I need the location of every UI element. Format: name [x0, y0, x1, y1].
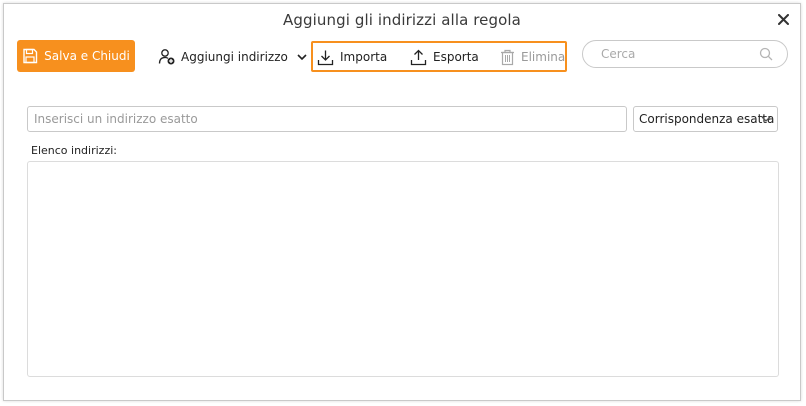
search-input[interactable] — [599, 46, 753, 62]
close-button[interactable] — [774, 10, 792, 28]
delete-button[interactable]: Elimina — [500, 42, 565, 72]
add-address-button[interactable]: Aggiungi indirizzo — [158, 42, 307, 72]
address-list-label: Elenco indirizzi: — [31, 144, 117, 157]
chevron-down-icon[interactable] — [297, 53, 307, 61]
search-icon[interactable] — [759, 47, 773, 61]
dialog-title: Aggiungi gli indirizzi alla regola — [283, 11, 521, 29]
add-addresses-dialog: Aggiungi gli indirizzi alla regola Salva… — [3, 3, 801, 401]
upload-icon — [410, 49, 427, 65]
match-type-select[interactable]: Corrispondenza esatta — [633, 106, 778, 132]
delete-label: Elimina — [521, 50, 566, 64]
export-button[interactable]: Esporta — [410, 42, 479, 72]
floppy-disk-icon — [23, 48, 38, 64]
import-button[interactable]: Importa — [317, 42, 387, 72]
close-icon — [777, 13, 789, 25]
chevron-down-icon — [761, 116, 771, 122]
exact-address-input[interactable] — [27, 106, 627, 132]
save-and-close-button[interactable]: Salva e Chiudi — [17, 40, 135, 72]
search-box — [582, 40, 788, 68]
add-user-icon — [158, 49, 175, 65]
add-address-label: Aggiungi indirizzo — [181, 50, 288, 64]
match-type-value: Corrispondenza esatta — [639, 112, 775, 126]
export-label: Esporta — [433, 50, 479, 64]
trash-icon — [501, 49, 514, 65]
save-button-label: Salva e Chiudi — [44, 49, 130, 63]
download-icon — [317, 50, 334, 65]
import-label: Importa — [340, 50, 388, 64]
address-list[interactable] — [27, 161, 779, 377]
